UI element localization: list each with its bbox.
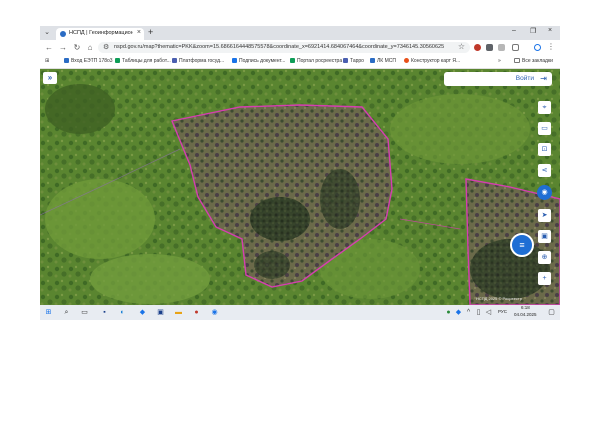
show-hidden-icons[interactable]: ^ (464, 308, 473, 317)
language-indicator[interactable]: РУС (498, 309, 507, 314)
url-text[interactable]: nspd.gov.ru/map?thematic=PKK&zoom=15.686… (114, 44, 444, 50)
chat-menu-button[interactable]: ≡ (510, 233, 534, 257)
bookmark-label: Таблицы для работ... (122, 58, 171, 64)
basemap-icon[interactable]: ▭ (538, 122, 551, 135)
browser-title-bar: ⌄ НСПД | Геоинформационный... × + – ❐ × (40, 26, 560, 40)
close-window-button[interactable]: × (548, 27, 552, 34)
bookmark-label: ЛК МСП (377, 58, 396, 64)
bookmark-label: Тарро (350, 58, 364, 64)
bookmark-item[interactable]: Конструктор карт Я... (404, 58, 460, 64)
tray-icon[interactable]: ◆ (454, 308, 463, 317)
bookmark-item[interactable]: ЛК МСП (370, 58, 396, 64)
bookmarks-more-button[interactable]: » (498, 58, 501, 64)
zoom-in-button[interactable]: + (538, 272, 551, 285)
extension-icon[interactable] (486, 44, 493, 51)
word-icon[interactable]: ▣ (156, 308, 165, 317)
bookmark-icon (172, 58, 177, 63)
share-icon[interactable]: ⋖ (538, 164, 551, 177)
tray-icon[interactable]: ● (444, 308, 453, 317)
clock-time[interactable]: 6:18 (521, 305, 530, 310)
new-tab-button[interactable]: + (148, 27, 153, 37)
all-bookmarks-button[interactable]: Все закладки (514, 58, 553, 64)
extension-icon[interactable] (474, 44, 481, 51)
file-explorer-icon[interactable]: ▬ (174, 308, 183, 317)
bookmark-icon (115, 58, 120, 63)
login-button[interactable]: Войти ⇥ (444, 72, 552, 86)
login-label: Войти (515, 75, 534, 82)
apps-icon[interactable]: ⊞ (45, 58, 49, 64)
forward-icon[interactable]: → (58, 43, 68, 52)
bookmark-item[interactable]: Подпись документ... (232, 58, 285, 64)
notifications-icon[interactable]: ▢ (547, 308, 556, 317)
restore-button[interactable]: ❐ (530, 27, 536, 35)
app-icon[interactable]: ● (192, 308, 201, 317)
print-icon[interactable]: ▣ (538, 230, 551, 243)
minimize-button[interactable]: – (512, 27, 516, 34)
site-favicon-icon (60, 31, 66, 37)
map-attribution: НСПД 2025 © Росреестр (476, 296, 522, 301)
zoom-target-icon[interactable]: ⊕ (538, 251, 551, 264)
search-icon[interactable]: ⌕ (62, 308, 71, 317)
save-app-icon[interactable]: ▪ (100, 308, 109, 317)
tab-title: НСПД | Геоинформационный... (69, 30, 133, 36)
browser-tab[interactable]: НСПД | Геоинформационный... × (56, 28, 144, 40)
bookmark-label: Конструктор карт Я... (411, 58, 461, 64)
chrome-icon[interactable]: ◉ (210, 308, 219, 317)
network-icon[interactable]: ▯ (474, 308, 483, 317)
bookmark-icon (64, 58, 69, 63)
bookmark-label: Платформа госуд... (179, 58, 225, 64)
edge-icon[interactable]: ◐ (118, 308, 127, 317)
bookmark-icon (370, 58, 375, 63)
bookmark-item[interactable]: Платформа госуд... (172, 58, 224, 64)
satellite-imagery (40, 69, 560, 305)
bookmark-item[interactable]: Портал росреестра (290, 58, 342, 64)
bookmark-item[interactable]: Таблицы для работ... (115, 58, 171, 64)
tab-close-button[interactable]: × (137, 29, 141, 36)
clock-date[interactable]: 04.04.2025 (514, 312, 537, 317)
tab-search-icon[interactable]: ⌄ (43, 29, 51, 37)
reload-icon[interactable]: ↻ (72, 43, 82, 52)
bookmark-icon (290, 58, 295, 63)
navigate-icon[interactable]: ➤ (538, 209, 551, 222)
measure-icon[interactable]: ◉ (537, 185, 552, 200)
bookmark-label: Портал росреестра (297, 58, 343, 64)
bookmark-item[interactable]: Вход ЕЭТП 178о3 (64, 58, 113, 64)
map-view[interactable]: » Войти ⇥ ⌖ ▭ ⊡ ⋖ ◉ ➤ ▣ ⊕ + ≡ НСПД 2025 … (40, 69, 560, 305)
windows-start-icon[interactable]: ⊞ (44, 308, 53, 317)
bookmark-icon (343, 58, 348, 63)
folder-icon (514, 58, 520, 63)
bookmark-label: Подпись документ... (239, 58, 286, 64)
bookmark-label: Вход ЕЭТП 178о3 (71, 58, 113, 64)
site-info-icon[interactable]: ⚙ (103, 43, 109, 51)
all-bookmarks-label: Все закладки (522, 58, 553, 64)
star-icon[interactable]: ☆ (458, 42, 465, 51)
bookmarks-bar: ⊞ Вход ЕЭТП 178о3 Таблицы для работ... П… (40, 56, 560, 69)
home-icon[interactable]: ⌂ (85, 43, 95, 52)
bookmark-item[interactable]: Тарро (343, 58, 364, 64)
task-view-icon[interactable]: ▭ (80, 308, 89, 317)
login-icon: ⇥ (540, 74, 547, 83)
layers-panel-toggle-button[interactable]: » (43, 72, 57, 84)
bookmark-icon (232, 58, 237, 63)
select-area-icon[interactable]: ⊡ (538, 143, 551, 156)
extensions-puzzle-icon[interactable] (512, 44, 519, 51)
menu-icon[interactable]: ⋮ (546, 42, 556, 51)
back-icon[interactable]: ← (44, 43, 54, 52)
volume-icon[interactable]: ◁ (484, 308, 493, 317)
address-row: ← → ↻ ⌂ ⚙ nspd.gov.ru/map?thematic=PKK&z… (40, 40, 560, 56)
address-bar[interactable]: ⚙ nspd.gov.ru/map?thematic=PKK&zoom=15.6… (98, 42, 470, 53)
profile-icon[interactable] (534, 44, 541, 51)
app-icon[interactable]: ◆ (138, 308, 147, 317)
screen: ⌄ НСПД | Геоинформационный... × + – ❐ × … (40, 26, 560, 320)
windows-taskbar: ⊞ ⌕ ▭ ▪ ◐ ◆ ▣ ▬ ● ◉ ● ◆ ^ ▯ ◁ РУС 6:18 0… (40, 305, 560, 320)
bookmark-icon (404, 58, 409, 63)
location-icon[interactable]: ⌖ (538, 101, 551, 114)
extension-icon[interactable] (498, 44, 505, 51)
